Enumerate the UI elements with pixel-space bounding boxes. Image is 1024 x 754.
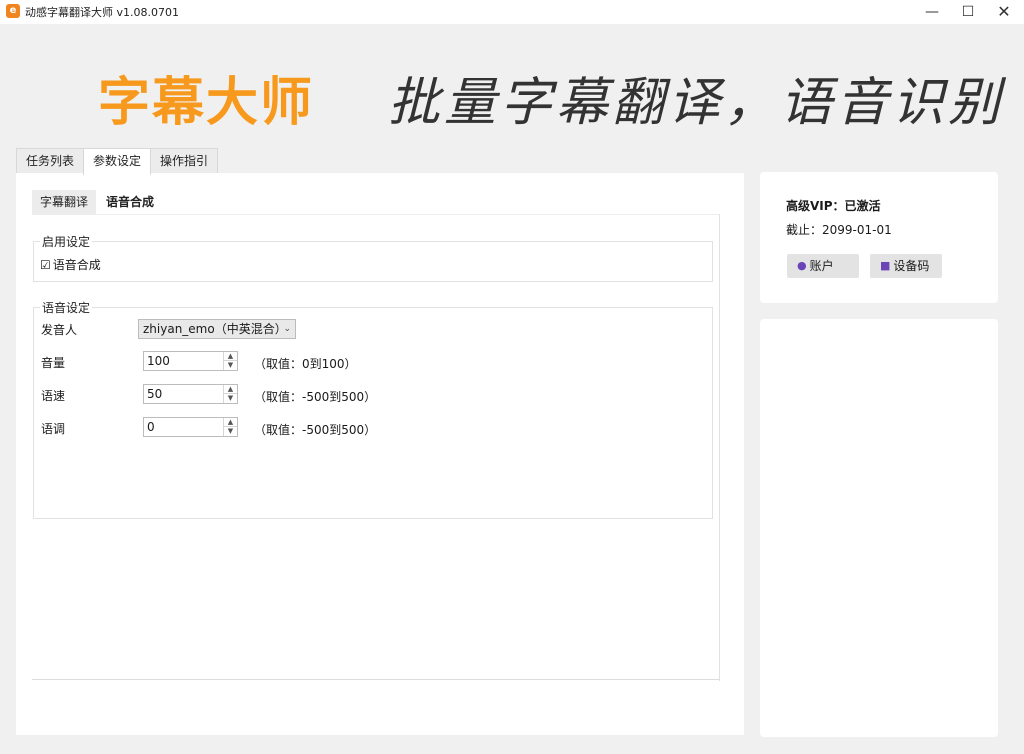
banner: 字幕大师 批量字幕翻译，语音识别	[0, 24, 1024, 148]
vip-status: 高级VIP：已激活	[786, 199, 881, 213]
spin-up-icon[interactable]: ▲	[224, 352, 237, 361]
window-title: 动感字幕翻译大师 v1.08.0701	[25, 6, 179, 19]
enable-settings-group: 启用设定 ☑ 语音合成	[33, 233, 713, 282]
pitch-hint: （取值：-500到500）	[254, 423, 377, 437]
device-code-button[interactable]: ■ 设备码	[870, 254, 942, 278]
volume-label: 音量	[41, 356, 66, 370]
device-code-button-label: 设备码	[893, 259, 930, 273]
volume-value: 100	[147, 354, 170, 368]
speech-synthesis-checkbox[interactable]: ☑ 语音合成	[40, 256, 101, 273]
speaker-select[interactable]: zhiyan_emo（中英混合） ⌄	[138, 319, 296, 339]
volume-spinbox[interactable]: 100 ▲ ▼	[143, 351, 238, 371]
spin-down-icon[interactable]: ▼	[224, 427, 237, 436]
speaker-label: 发音人	[41, 323, 78, 337]
divider	[32, 679, 720, 680]
vip-expire-date: 截止：2099-01-01	[786, 223, 892, 237]
pitch-spinbox[interactable]: 0 ▲ ▼	[143, 417, 238, 437]
volume-hint: （取值：0到100）	[254, 357, 357, 371]
spin-down-icon[interactable]: ▼	[224, 394, 237, 403]
speed-label: 语速	[41, 389, 66, 403]
tab-task-list[interactable]: 任务列表	[16, 148, 85, 174]
minimize-button[interactable]: —	[912, 0, 952, 24]
group-title: 启用设定	[40, 233, 93, 250]
account-button[interactable]: ● 账户	[787, 254, 859, 278]
group-title: 语音设定	[40, 299, 93, 316]
app-icon: e	[6, 4, 20, 18]
banner-brand: 字幕大师	[98, 73, 315, 133]
speed-value: 50	[147, 387, 163, 401]
maximize-button[interactable]: ☐	[948, 0, 988, 24]
banner-slogan: 批量字幕翻译，语音识别	[388, 73, 1005, 133]
main-tabs: 任务列表 参数设定 操作指引	[16, 148, 219, 175]
speed-hint: （取值：-500到500）	[254, 390, 377, 404]
spin-down-icon[interactable]: ▼	[224, 361, 237, 370]
title-bar: e 动感字幕翻译大师 v1.08.0701 — ☐ ✕	[0, 0, 1024, 24]
speaker-value: zhiyan_emo（中英混合）	[143, 322, 287, 336]
close-button[interactable]: ✕	[984, 0, 1024, 24]
pitch-value: 0	[147, 420, 155, 434]
settings-panel: 字幕翻译 语音合成 启用设定 ☑ 语音合成 语音设定 发音人 zhiyan_em…	[16, 173, 744, 735]
speed-spinbox[interactable]: 50 ▲ ▼	[143, 384, 238, 404]
voice-settings-group: 语音设定 发音人 zhiyan_emo（中英混合） ⌄ 音量 100 ▲ ▼ （…	[33, 299, 713, 519]
settings-sub-tabs: 字幕翻译 语音合成	[32, 190, 162, 214]
spin-buttons: ▲ ▼	[223, 352, 237, 370]
spin-buttons: ▲ ▼	[223, 418, 237, 436]
spin-up-icon[interactable]: ▲	[224, 385, 237, 394]
pitch-label: 语调	[41, 422, 66, 436]
spin-up-icon[interactable]: ▲	[224, 418, 237, 427]
subtab-subtitle-translation[interactable]: 字幕翻译	[32, 190, 97, 214]
spin-buttons: ▲ ▼	[223, 385, 237, 403]
account-button-label: 账户	[809, 259, 834, 273]
tab-parameter-settings[interactable]: 参数设定	[83, 148, 152, 175]
user-icon: ●	[797, 259, 807, 272]
checkbox-label: 语音合成	[52, 258, 101, 272]
tab-operation-guide[interactable]: 操作指引	[150, 148, 219, 174]
subtab-speech-synthesis[interactable]: 语音合成	[96, 190, 162, 214]
side-info-panel	[760, 319, 998, 737]
checkbox-icon: ☑	[40, 257, 51, 272]
monitor-icon: ■	[880, 259, 891, 272]
chevron-down-icon: ⌄	[283, 324, 291, 334]
vip-panel: 高级VIP：已激活 截止：2099-01-01 ● 账户 ■ 设备码	[760, 172, 998, 303]
